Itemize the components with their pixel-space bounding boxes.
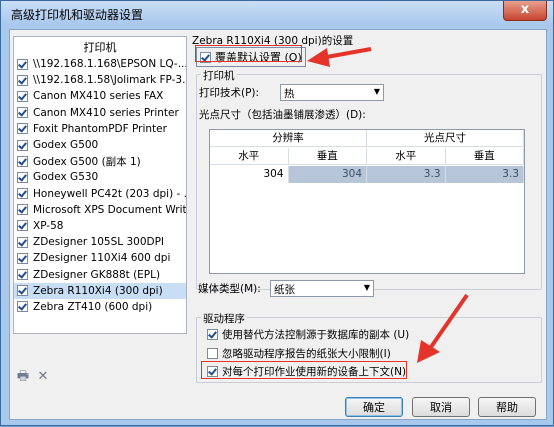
printer-name: Zebra R110Xi4 (300 dpi) [33, 284, 163, 297]
list-item[interactable]: Microsoft XPS Document Writer [14, 202, 186, 218]
delete-icon[interactable]: ✕ [35, 370, 51, 384]
printer-name: Godex G500 [33, 139, 99, 152]
printer-checkbox[interactable] [17, 204, 28, 216]
printer-name: Godex G500 (副本 1) [33, 155, 141, 168]
printer-name: Zebra ZT410 (600 dpi) [33, 300, 153, 313]
table-row[interactable]: 304 304 3.3 3.3 [210, 166, 524, 183]
printer-settings-icon[interactable]: 🖶 [15, 370, 31, 384]
printer-list-tools: 🖶 ✕ [15, 370, 51, 384]
printer-checkbox[interactable] [17, 107, 28, 119]
printer-name: Godex G530 [33, 171, 99, 184]
printer-checkbox[interactable] [17, 58, 28, 70]
alt-copies-checkbox[interactable]: 使用替代方法控制源于数据库的副本 (U) [207, 327, 409, 342]
media-type-value: 纸张 [274, 284, 295, 296]
alt-copies-label: 使用替代方法控制源于数据库的副本 (U) [222, 329, 410, 341]
list-item[interactable]: Godex G500 (副本 1) [14, 153, 186, 169]
media-type-select[interactable]: 纸张 ▼ [270, 280, 374, 297]
window-title: 高级打印机和驱动器设置 [11, 8, 144, 22]
printer-name: Foxit PhantomPDF Printer [33, 122, 167, 135]
chevron-down-icon: ▼ [363, 283, 370, 292]
dot-size-table: 分辨率 光点尺寸 水平 垂直 水平 垂直 304 304 3.3 3.3 [209, 129, 525, 274]
override-highlight-box [195, 45, 302, 62]
dot-size-header: 光点尺寸 [367, 130, 524, 147]
printer-checkbox[interactable] [17, 301, 28, 313]
printer-checkbox[interactable] [17, 139, 28, 151]
list-item[interactable]: Godex G530 [14, 169, 186, 185]
res-h-header: 水平 [210, 148, 289, 165]
resolution-header: 分辨率 [210, 130, 367, 147]
printer-name: ZDesigner 105SL 300DPI [33, 236, 165, 249]
new-dc-highlight-box [201, 361, 407, 379]
list-item[interactable]: ZDesigner 105SL 300DPI [14, 234, 186, 250]
ok-button[interactable]: 确定 [345, 397, 403, 417]
list-item[interactable]: ZDesigner 110Xi4 600 dpi [14, 250, 186, 266]
title-bar[interactable]: 高级打印机和驱动器设置 x [1, 1, 553, 25]
printer-name: XP-58 [33, 219, 64, 232]
close-button[interactable]: x [503, 1, 547, 21]
printer-list-panel: 打印机 \\192.168.1.168\EPSON LQ-... \\192.16… [13, 36, 187, 334]
printer-checkbox[interactable] [17, 155, 28, 167]
table-sub-header: 水平 垂直 水平 垂直 [210, 148, 524, 165]
list-item[interactable]: Zebra ZT410 (600 dpi) [14, 299, 186, 315]
printer-name: ZDesigner GK888t (EPL) [33, 268, 161, 281]
dot-v-cell: 3.3 [445, 166, 524, 183]
printer-checkbox[interactable] [17, 252, 28, 264]
list-item[interactable]: Canon MX410 series FAX [14, 88, 186, 104]
list-item[interactable]: \\192.168.1.168\EPSON LQ-... [14, 56, 186, 72]
printer-name: \\192.168.1.168\EPSON LQ-... [33, 58, 186, 71]
printer-name: Canon MX410 series Printer [33, 106, 179, 119]
printer-name: Honeywell PC42t (203 dpi) - ... [33, 187, 186, 200]
res-v-header: 垂直 [288, 148, 367, 165]
dialog-window: 高级打印机和驱动器设置 x 打印机 \\192.168.1.168\EPSON … [0, 0, 554, 426]
printer-checkbox[interactable] [17, 90, 28, 102]
dot-h-cell: 3.3 [367, 166, 446, 183]
res-h-cell[interactable]: 304 [210, 166, 289, 183]
printer-list-header: 打印机 [83, 41, 117, 54]
printer-checkbox[interactable] [17, 220, 28, 232]
cancel-button[interactable]: 取消 [412, 397, 470, 417]
printer-checkbox[interactable] [17, 285, 28, 297]
printer-checkbox[interactable] [17, 188, 28, 200]
print-tech-select[interactable]: 热 ▼ [280, 84, 384, 101]
list-item[interactable]: Honeywell PC42t (203 dpi) - ... [14, 186, 186, 202]
list-item[interactable]: \\192.168.1.58\Jolimark FP-3... [14, 72, 186, 88]
printer-group-label: 打印机 [201, 68, 237, 83]
printer-checkbox[interactable] [17, 236, 28, 248]
list-item[interactable]: Zebra R110Xi4 (300 dpi) [14, 282, 186, 299]
ignore-size-check-icon[interactable] [207, 348, 218, 359]
printer-checkbox[interactable] [17, 269, 28, 281]
printer-name: Microsoft XPS Document Writer [33, 203, 186, 216]
table-group-header: 分辨率 光点尺寸 [210, 130, 524, 147]
printer-checkbox[interactable] [17, 171, 28, 183]
driver-group-label: 驱动程序 [201, 311, 247, 326]
printer-name: ZDesigner 110Xi4 600 dpi [33, 252, 171, 265]
dot-size-label: 光点尺寸（包括油墨铺展渗透）(D): [199, 109, 366, 121]
list-item[interactable]: XP-58 [14, 218, 186, 234]
help-button[interactable]: 帮助 [478, 397, 536, 417]
printer-name: \\192.168.1.58\Jolimark FP-3... [33, 74, 186, 87]
printer-list[interactable]: \\192.168.1.168\EPSON LQ-... \\192.168.1.… [14, 56, 186, 315]
dot-h-header: 水平 [367, 148, 446, 165]
media-type-label: 媒体类型(M): [198, 283, 261, 295]
list-item[interactable]: Foxit PhantomPDF Printer [14, 121, 186, 137]
ignore-size-label: 忽略驱动程序报告的纸张大小限制(I) [222, 348, 391, 360]
printer-group: 打印机 打印技术(P): 热 ▼ 光点尺寸（包括油墨铺展渗透）(D): 分辨率 … [196, 68, 542, 290]
print-tech-label: 打印技术(P): [199, 87, 260, 99]
alt-copies-check-icon[interactable] [207, 329, 218, 340]
list-item[interactable]: ZDesigner GK888t (EPL) [14, 266, 186, 282]
printer-checkbox[interactable] [17, 123, 28, 135]
ignore-size-checkbox[interactable]: 忽略驱动程序报告的纸张大小限制(I) [207, 346, 391, 361]
list-item[interactable]: Godex G500 [14, 137, 186, 153]
printer-checkbox[interactable] [17, 74, 28, 86]
list-item[interactable]: Canon MX410 series Printer [14, 105, 186, 121]
printer-name: Canon MX410 series FAX [33, 90, 164, 103]
dot-v-header: 垂直 [445, 148, 524, 165]
chevron-down-icon: ▼ [373, 87, 380, 96]
res-v-cell: 304 [288, 166, 367, 183]
print-tech-value: 热 [284, 88, 295, 100]
